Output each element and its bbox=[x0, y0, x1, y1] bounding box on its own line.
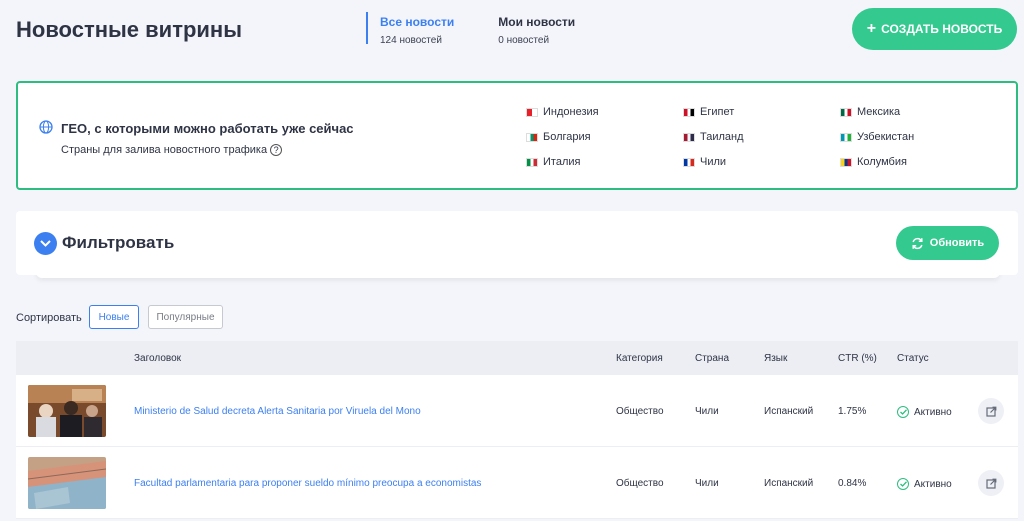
flag-icon bbox=[526, 157, 538, 167]
open-external-button[interactable] bbox=[978, 398, 1004, 424]
tab-label: Мои новости bbox=[498, 15, 576, 29]
country-name: Таиланд bbox=[700, 131, 744, 143]
sort-popular-button[interactable]: Популярные bbox=[148, 305, 223, 329]
country-item: Таиланд bbox=[683, 130, 840, 144]
flag-icon bbox=[526, 107, 538, 117]
refresh-icon bbox=[912, 237, 923, 249]
geo-panel: ГЕО, с которыми можно работать уже сейча… bbox=[16, 81, 1018, 190]
country-item: Италия bbox=[526, 155, 683, 169]
country-name: Колумбия bbox=[857, 156, 907, 168]
tab-all-news[interactable]: Все новости 124 новостей bbox=[366, 12, 455, 46]
geo-subtitle: Страны для залива новостного трафика? bbox=[61, 144, 283, 156]
check-circle-icon bbox=[897, 406, 909, 418]
flag-icon bbox=[683, 107, 695, 117]
news-title-link[interactable]: Ministerio de Salud decreta Alerta Sanit… bbox=[134, 406, 421, 417]
page-title: Новостные витрины bbox=[16, 17, 243, 42]
plus-icon: + bbox=[866, 20, 877, 37]
status-badge: Активно bbox=[897, 478, 952, 490]
flag-icon bbox=[840, 107, 852, 117]
country-item: Чили bbox=[683, 155, 840, 169]
table-row: Ministerio de Salud decreta Alerta Sanit… bbox=[16, 375, 1018, 447]
header-ctr[interactable]: CTR (%) bbox=[838, 353, 877, 364]
external-link-icon bbox=[985, 478, 996, 489]
country-name: Чили bbox=[700, 156, 727, 168]
cell-country: Чили bbox=[695, 478, 719, 489]
country-name: Узбекистан bbox=[857, 131, 915, 143]
news-thumbnail[interactable] bbox=[28, 457, 106, 509]
chevron-down-icon[interactable] bbox=[34, 232, 57, 255]
cell-ctr: 1.75% bbox=[838, 406, 867, 417]
country-item: Колумбия bbox=[840, 155, 996, 169]
table-header: Заголовок Категория Страна Язык CTR (%) … bbox=[16, 341, 1018, 375]
filter-title[interactable]: Фильтровать bbox=[62, 233, 174, 253]
filter-panel: Фильтровать Обновить bbox=[16, 211, 1018, 275]
flag-icon bbox=[840, 132, 852, 142]
cell-language: Испанский bbox=[764, 406, 814, 417]
status-text: Активно bbox=[914, 406, 952, 418]
country-name: Египет bbox=[700, 106, 735, 118]
cell-language: Испанский bbox=[764, 478, 814, 489]
flag-icon bbox=[840, 157, 852, 167]
create-news-label: СОЗДАТЬ НОВОСТЬ bbox=[881, 22, 1003, 36]
header-language[interactable]: Язык bbox=[764, 353, 787, 364]
create-news-button[interactable]: + СОЗДАТЬ НОВОСТЬ bbox=[852, 8, 1017, 50]
cell-ctr: 0.84% bbox=[838, 478, 867, 489]
header-title[interactable]: Заголовок bbox=[134, 353, 181, 364]
check-circle-icon bbox=[897, 478, 909, 490]
country-item: Мексика bbox=[840, 105, 996, 119]
cell-category: Общество bbox=[616, 406, 664, 417]
country-name: Италия bbox=[543, 156, 581, 168]
sort-new-button[interactable]: Новые bbox=[89, 305, 139, 329]
country-name: Индонезия bbox=[543, 106, 599, 118]
help-icon[interactable]: ? bbox=[270, 144, 283, 156]
news-tabs: Все новости 124 новостей Мои новости 0 н… bbox=[366, 12, 607, 46]
header-status[interactable]: Статус bbox=[897, 353, 929, 364]
news-table: Заголовок Категория Страна Язык CTR (%) … bbox=[16, 341, 1018, 519]
news-title-link[interactable]: Facultad parlamentaria para proponer sue… bbox=[134, 478, 481, 489]
table-row: Facultad parlamentaria para proponer sue… bbox=[16, 447, 1018, 519]
tab-count: 0 новостей bbox=[498, 35, 550, 46]
flag-icon bbox=[526, 132, 538, 142]
flag-icon bbox=[683, 157, 695, 167]
sort-label: Сортировать bbox=[16, 312, 82, 324]
country-item: Индонезия bbox=[526, 105, 683, 119]
tab-label: Все новости bbox=[380, 15, 455, 29]
cell-category: Общество bbox=[616, 478, 664, 489]
header-category[interactable]: Категория bbox=[616, 353, 663, 364]
status-badge: Активно bbox=[897, 406, 952, 418]
country-name: Болгария bbox=[543, 131, 591, 143]
country-item: Египет bbox=[683, 105, 840, 119]
cell-country: Чили bbox=[695, 406, 719, 417]
refresh-button[interactable]: Обновить bbox=[896, 226, 999, 260]
status-text: Активно bbox=[914, 478, 952, 490]
globe-icon bbox=[39, 120, 53, 134]
refresh-label: Обновить bbox=[929, 237, 985, 249]
country-name: Мексика bbox=[857, 106, 901, 118]
open-external-button[interactable] bbox=[978, 470, 1004, 496]
tab-count: 124 новостей bbox=[380, 35, 442, 46]
header-country[interactable]: Страна bbox=[695, 353, 729, 364]
country-item: Узбекистан bbox=[840, 130, 996, 144]
geo-title: ГЕО, с которыми можно работать уже сейча… bbox=[61, 121, 354, 136]
flag-icon bbox=[683, 132, 695, 142]
news-thumbnail[interactable] bbox=[28, 385, 106, 437]
external-link-icon bbox=[985, 406, 996, 417]
country-list: Индонезия Египет Мексика Болгария Таиланд Узб… bbox=[526, 105, 996, 169]
tab-my-news[interactable]: Мои новости 0 новостей bbox=[486, 12, 576, 46]
geo-subtitle-text: Страны для залива новостного трафика bbox=[61, 144, 268, 156]
country-item: Болгария bbox=[526, 130, 683, 144]
